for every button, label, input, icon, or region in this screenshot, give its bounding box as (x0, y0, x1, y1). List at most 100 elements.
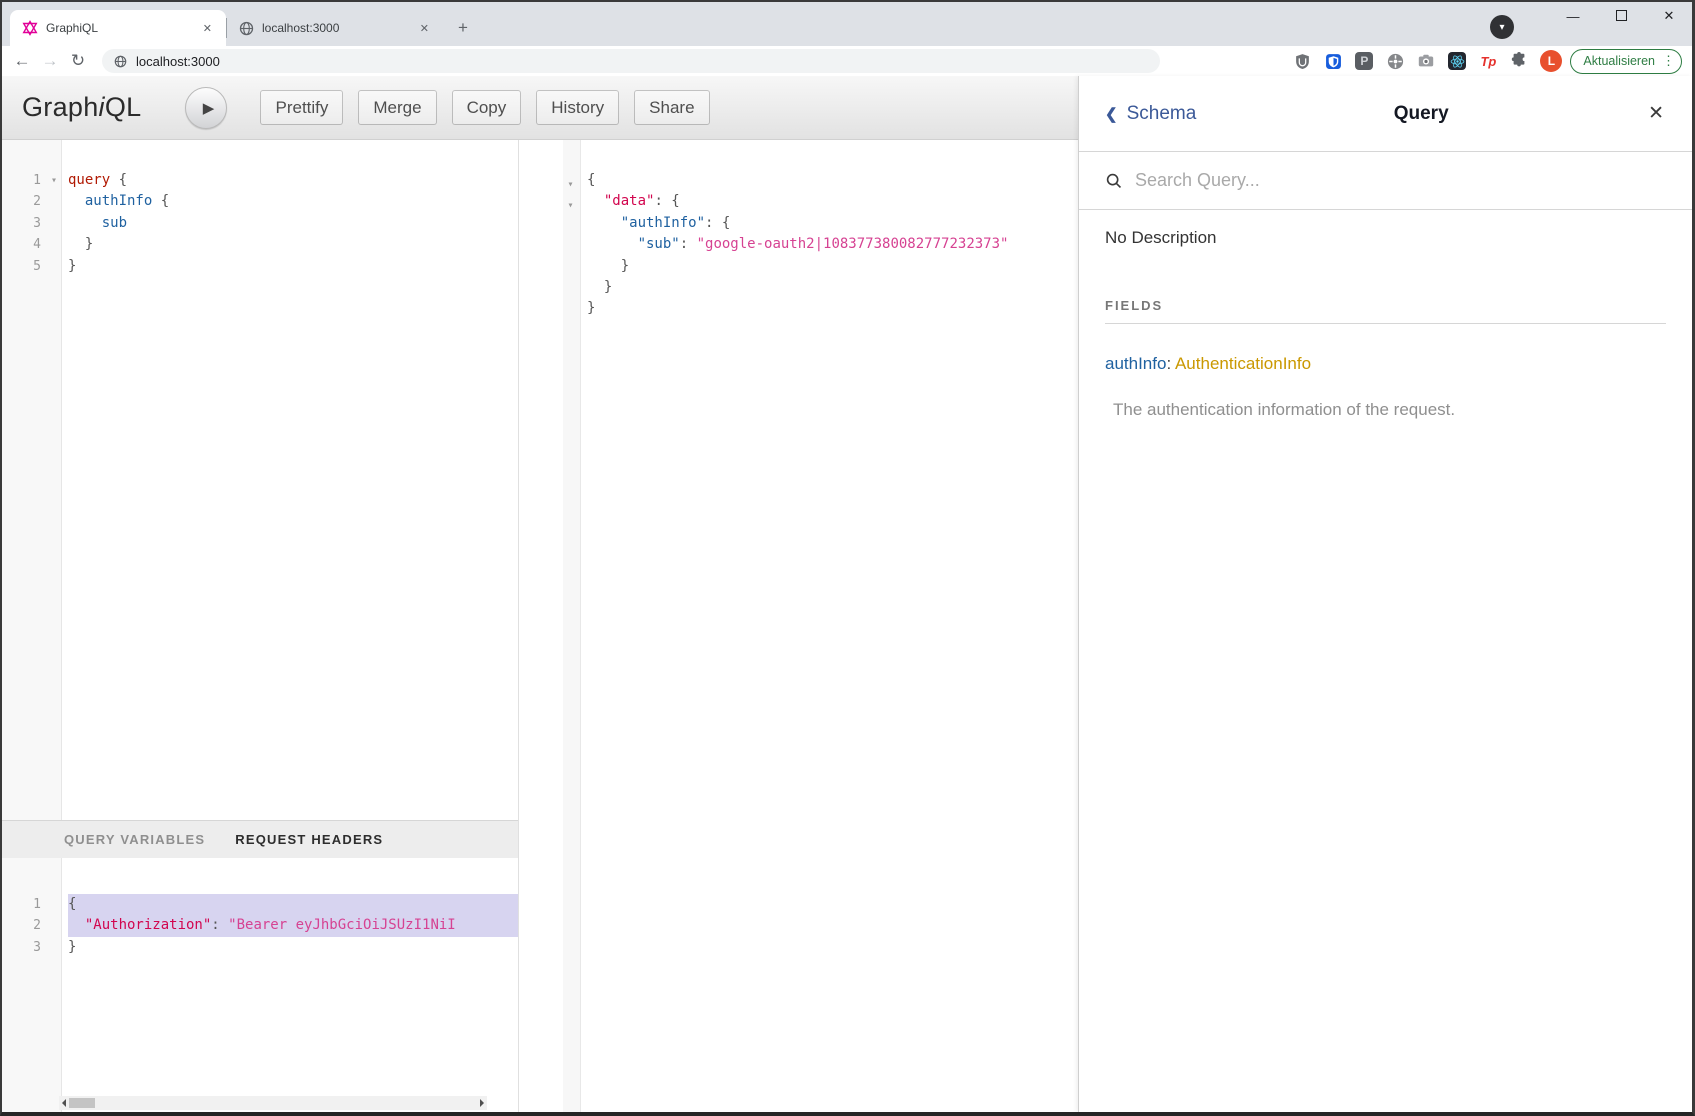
result-left-spacer (519, 140, 563, 1112)
tab-request-headers[interactable]: REQUEST HEADERS (235, 832, 383, 847)
code-line: { (587, 170, 1078, 191)
tampermonkey-icon[interactable]: Tp (1475, 48, 1501, 74)
maximize-button[interactable] (1612, 9, 1630, 24)
type-description: No Description (1105, 228, 1666, 248)
browser-toolbar: ← → ↻ localhost:3000 P (2, 46, 1692, 76)
fold-arrow-icon[interactable]: ▾ (51, 170, 57, 191)
forward-button: → (36, 51, 64, 71)
fold-arrow-icon[interactable]: ▾ (567, 179, 573, 190)
gutter-line (563, 216, 580, 237)
browser-tab-localhost[interactable]: localhost:3000 ✕ (227, 10, 443, 46)
gutter-line: 5 (2, 256, 61, 277)
globe-icon (114, 55, 127, 68)
p-extension-icon[interactable]: P (1351, 48, 1377, 74)
code-line: "sub": "google-oauth2|108377380082777232… (587, 234, 1078, 255)
fold-arrow-icon[interactable]: ▾ (567, 200, 573, 211)
browser-tab-strip: GraphiQL ✕ localhost:3000 ✕ + ▾ — ✕ (2, 2, 1692, 46)
profile-avatar[interactable]: L (1540, 50, 1562, 72)
result-fold-gutter: ▾▾ (563, 140, 581, 1112)
horizontal-scrollbar[interactable] (59, 1096, 487, 1110)
browser-tab-graphiql[interactable]: GraphiQL ✕ (10, 10, 226, 46)
bitwarden-icon[interactable] (1320, 48, 1346, 74)
new-tab-button[interactable]: + (449, 14, 477, 42)
history-button[interactable]: History (536, 90, 619, 125)
gutter-line (563, 237, 580, 258)
request-headers-editor[interactable]: 123 { "Authorization": "Bearer eyJhbGciO… (2, 858, 518, 1112)
gutter-line: 2 (2, 191, 61, 212)
tab-query-variables[interactable]: QUERY VARIABLES (64, 832, 205, 847)
query-editor-code[interactable]: query { authInfo { sub }} (62, 140, 518, 820)
update-button[interactable]: Aktualisieren ⋮ (1570, 49, 1682, 74)
search-icon (1105, 172, 1123, 190)
gutter-line: 3 (2, 213, 61, 234)
field-separator: : (1166, 354, 1175, 373)
play-icon: ▶ (203, 99, 215, 117)
field-row-authinfo: authInfo: AuthenticationInfo (1105, 354, 1666, 374)
code-line: "data": { (587, 191, 1078, 212)
tab-close-icon[interactable]: ✕ (416, 20, 433, 37)
tab-menu-dropdown-icon[interactable]: ▾ (1490, 15, 1514, 39)
minimize-button[interactable]: — (1564, 9, 1582, 24)
code-line: } (587, 256, 1078, 277)
tab-title: GraphiQL (46, 21, 199, 35)
tab-title: localhost:3000 (262, 21, 416, 35)
gutter-line (563, 259, 580, 280)
address-bar[interactable]: localhost:3000 (102, 49, 1160, 73)
code-line: } (587, 277, 1078, 298)
prettify-button[interactable]: Prettify (260, 90, 343, 125)
gutter-line: 2 (2, 915, 61, 936)
react-devtools-icon[interactable] (1444, 48, 1470, 74)
code-line: sub (68, 213, 518, 234)
reload-button[interactable]: ↻ (64, 51, 92, 71)
close-window-button[interactable]: ✕ (1660, 8, 1678, 24)
schema-back-link[interactable]: ❮ Schema (1105, 103, 1196, 125)
close-doc-icon[interactable]: ✕ (1646, 100, 1666, 127)
graphiql-logo: GraphiQL (22, 92, 141, 123)
code-line: authInfo { (68, 191, 518, 212)
scroll-left-icon[interactable] (62, 1099, 66, 1107)
screenshot-camera-icon[interactable] (1413, 48, 1439, 74)
merge-button[interactable]: Merge (358, 90, 436, 125)
query-pane: 1▾2345 query { authInfo { sub }} QUERY V… (2, 140, 519, 1112)
field-type-link[interactable]: AuthenticationInfo (1175, 354, 1311, 373)
doc-search-input[interactable] (1135, 170, 1666, 191)
query-editor[interactable]: 1▾2345 query { authInfo { sub }} (2, 140, 518, 820)
gutter-line: ▾ (563, 194, 580, 215)
code-line: { (68, 894, 518, 915)
doc-explorer-header: ❮ Schema Query ✕ (1079, 76, 1692, 152)
globe-icon (239, 21, 254, 36)
window-controls: — ✕ (1564, 8, 1678, 24)
ublock-origin-icon[interactable] (1289, 48, 1315, 74)
copy-button[interactable]: Copy (452, 90, 522, 125)
address-text: localhost:3000 (136, 54, 220, 69)
browser-window: GraphiQL ✕ localhost:3000 ✕ + ▾ — ✕ ← → (0, 0, 1695, 1116)
headers-editor-code[interactable]: { "Authorization": "Bearer eyJhbGciOiJSU… (62, 858, 518, 1112)
field-name-link[interactable]: authInfo (1105, 354, 1166, 373)
schema-back-label: Schema (1127, 103, 1197, 125)
extensions-puzzle-icon[interactable] (1506, 48, 1532, 74)
result-viewer: { "data": { "authInfo": { "sub": "google… (581, 140, 1078, 1112)
gutter-line: 3 (2, 937, 61, 958)
code-line: query { (68, 170, 518, 191)
back-button[interactable]: ← (8, 51, 36, 71)
field-description: The authentication information of the re… (1105, 400, 1666, 420)
share-button[interactable]: Share (634, 90, 709, 125)
query-editor-gutter: 1▾2345 (2, 140, 62, 820)
kebab-menu-icon[interactable]: ⋮ (1662, 53, 1675, 69)
code-line: } (68, 937, 518, 958)
headers-editor-gutter: 123 (2, 858, 62, 1112)
code-line: } (68, 234, 518, 255)
code-line: } (68, 256, 518, 277)
code-line: } (587, 298, 1078, 319)
execute-query-button[interactable]: ▶ (185, 87, 227, 129)
element-picker-icon[interactable] (1382, 48, 1408, 74)
gutter-line: 1 (2, 894, 61, 915)
scroll-right-icon[interactable] (480, 1099, 484, 1107)
fields-section-label: FIELDS (1105, 298, 1666, 324)
scrollbar-thumb[interactable] (69, 1098, 95, 1108)
gutter-line: 4 (2, 234, 61, 255)
page-content: GraphiQL ▶ Prettify Merge Copy History S… (2, 76, 1692, 1112)
code-line: "Authorization": "Bearer eyJhbGciOiJSUzI… (68, 915, 518, 936)
update-button-label: Aktualisieren (1583, 54, 1655, 68)
tab-close-icon[interactable]: ✕ (199, 20, 216, 37)
